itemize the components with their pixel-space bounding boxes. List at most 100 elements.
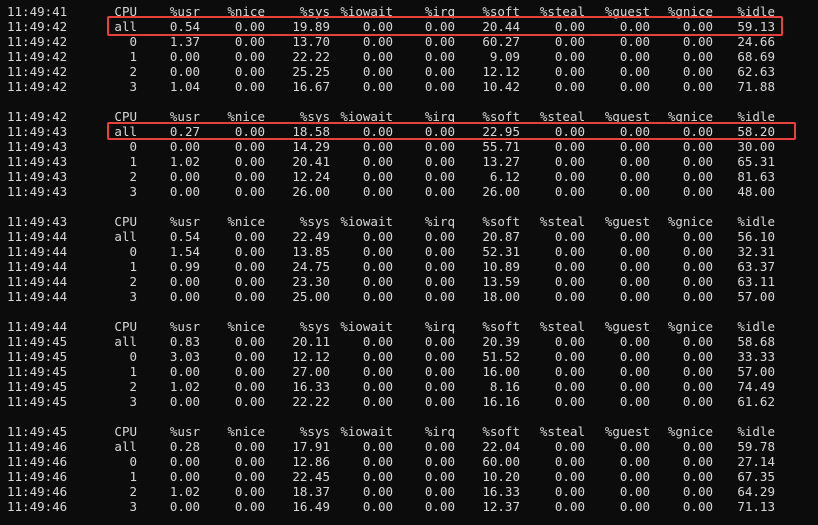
cell-steal: 0.00 bbox=[554, 49, 585, 64]
stat-row: 11:49:42 all 0.54 0.00 19.89 0.00 0.00 20.44 0.0… bbox=[0, 19, 818, 34]
cell-gnice: 0.00 bbox=[682, 139, 713, 154]
cell-sys: 12.24 bbox=[292, 169, 330, 184]
cell-guest: 0.00 bbox=[619, 364, 650, 379]
cell-nice: 0.00 bbox=[234, 274, 265, 289]
cell-soft: 6.12 bbox=[489, 169, 520, 184]
cell-iowait: 0.00 bbox=[362, 454, 393, 469]
cell-idle: 33.33 bbox=[737, 349, 775, 364]
stat-row: 11:49:43 1 1.02 0.00 20.41 0.00 0.00 13.27 0.00 0… bbox=[0, 154, 818, 169]
cell-irq: 0.00 bbox=[424, 499, 455, 514]
cell-steal: 0.00 bbox=[554, 349, 585, 364]
cell-sys: 14.29 bbox=[292, 139, 330, 154]
cell-irq: 0.00 bbox=[424, 184, 455, 199]
cell-steal: 0.00 bbox=[554, 274, 585, 289]
cell-steal: 0.00 bbox=[554, 124, 585, 139]
cell-time: 11:49:44 bbox=[7, 289, 68, 304]
cell-steal: 0.00 bbox=[554, 64, 585, 79]
cell-soft: 10.20 bbox=[482, 469, 520, 484]
cell-guest: 0.00 bbox=[619, 454, 650, 469]
cell-gnice: 0.00 bbox=[682, 259, 713, 274]
header-sys: %sys bbox=[299, 4, 330, 19]
cell-sys: 22.22 bbox=[292, 394, 330, 409]
stat-row: 11:49:43 2 0.00 0.00 12.24 0.00 0.00 6.12 0.00 0.… bbox=[0, 169, 818, 184]
cell-iowait: 0.00 bbox=[362, 79, 393, 94]
header-steal: %steal bbox=[539, 319, 585, 334]
header-cpu: CPU bbox=[114, 4, 137, 19]
cell-irq: 0.00 bbox=[424, 49, 455, 64]
header-steal: %steal bbox=[539, 4, 585, 19]
cell-cpu: 3 bbox=[129, 289, 137, 304]
cell-nice: 0.00 bbox=[234, 349, 265, 364]
cell-usr: 0.00 bbox=[169, 364, 200, 379]
cell-iowait: 0.00 bbox=[362, 229, 393, 244]
cell-soft: 20.87 bbox=[482, 229, 520, 244]
cell-usr: 0.00 bbox=[169, 64, 200, 79]
cell-gnice: 0.00 bbox=[682, 229, 713, 244]
cell-time: 11:49:44 bbox=[7, 274, 68, 289]
cell-iowait: 0.00 bbox=[362, 259, 393, 274]
stat-row: 11:49:44 all 0.54 0.00 22.49 0.00 0.00 20.87 0.0… bbox=[0, 229, 818, 244]
cell-cpu: 0 bbox=[129, 244, 137, 259]
cell-steal: 0.00 bbox=[554, 79, 585, 94]
cell-steal: 0.00 bbox=[554, 289, 585, 304]
cell-cpu: 2 bbox=[129, 169, 137, 184]
cell-gnice: 0.00 bbox=[682, 469, 713, 484]
cell-irq: 0.00 bbox=[424, 334, 455, 349]
header-idle: %idle bbox=[737, 319, 775, 334]
cell-cpu: all bbox=[114, 439, 137, 454]
cell-nice: 0.00 bbox=[234, 244, 265, 259]
cell-time: 11:49:44 bbox=[7, 259, 68, 274]
header-line: 11:49:44 CPU %usr %nice %sys %iowait %irq %soft… bbox=[0, 319, 818, 334]
header-gnice: %gnice bbox=[667, 214, 713, 229]
cell-usr: 1.54 bbox=[169, 244, 200, 259]
cell-cpu: 3 bbox=[129, 184, 137, 199]
cell-guest: 0.00 bbox=[619, 439, 650, 454]
cell-soft: 22.95 bbox=[482, 124, 520, 139]
header-line: 11:49:42 CPU %usr %nice %sys %iowait %irq %soft… bbox=[0, 109, 818, 124]
header-iowait: %iowait bbox=[340, 319, 393, 334]
cell-soft: 60.00 bbox=[482, 454, 520, 469]
cell-soft: 20.39 bbox=[482, 334, 520, 349]
cell-nice: 0.00 bbox=[234, 334, 265, 349]
cell-cpu: 2 bbox=[129, 484, 137, 499]
cell-usr: 0.28 bbox=[169, 439, 200, 454]
cell-usr: 0.00 bbox=[169, 49, 200, 64]
cell-gnice: 0.00 bbox=[682, 244, 713, 259]
header-guest: %guest bbox=[604, 424, 650, 439]
cell-soft: 22.04 bbox=[482, 439, 520, 454]
terminal-output[interactable]: 11:49:41 CPU %usr %nice %sys %iowait %irq %soft… bbox=[0, 0, 818, 525]
cell-steal: 0.00 bbox=[554, 139, 585, 154]
cell-irq: 0.00 bbox=[424, 169, 455, 184]
cell-sys: 18.58 bbox=[292, 124, 330, 139]
cell-steal: 0.00 bbox=[554, 34, 585, 49]
cell-cpu: 1 bbox=[129, 364, 137, 379]
cell-irq: 0.00 bbox=[424, 259, 455, 274]
cell-sys: 16.49 bbox=[292, 499, 330, 514]
header-soft: %soft bbox=[482, 424, 520, 439]
cell-nice: 0.00 bbox=[234, 394, 265, 409]
header-nice: %nice bbox=[227, 4, 265, 19]
header-nice: %nice bbox=[227, 319, 265, 334]
header-irq: %irq bbox=[424, 424, 455, 439]
cell-idle: 81.63 bbox=[737, 169, 775, 184]
cell-usr: 0.00 bbox=[169, 454, 200, 469]
header-guest: %guest bbox=[604, 109, 650, 124]
cell-idle: 67.35 bbox=[737, 469, 775, 484]
header-irq: %irq bbox=[424, 214, 455, 229]
cell-gnice: 0.00 bbox=[682, 169, 713, 184]
cell-soft: 26.00 bbox=[482, 184, 520, 199]
cell-irq: 0.00 bbox=[424, 34, 455, 49]
cell-steal: 0.00 bbox=[554, 229, 585, 244]
cell-iowait: 0.00 bbox=[362, 19, 393, 34]
cell-time: 11:49:42 bbox=[7, 34, 68, 49]
header-guest: %guest bbox=[604, 319, 650, 334]
cell-idle: 30.00 bbox=[737, 139, 775, 154]
cell-iowait: 0.00 bbox=[362, 289, 393, 304]
cell-guest: 0.00 bbox=[619, 469, 650, 484]
cell-soft: 8.16 bbox=[489, 379, 520, 394]
header-line: 11:49:43 CPU %usr %nice %sys %iowait %irq %soft… bbox=[0, 214, 818, 229]
cell-steal: 0.00 bbox=[554, 169, 585, 184]
cell-gnice: 0.00 bbox=[682, 334, 713, 349]
cell-sys: 27.00 bbox=[292, 364, 330, 379]
cell-irq: 0.00 bbox=[424, 274, 455, 289]
